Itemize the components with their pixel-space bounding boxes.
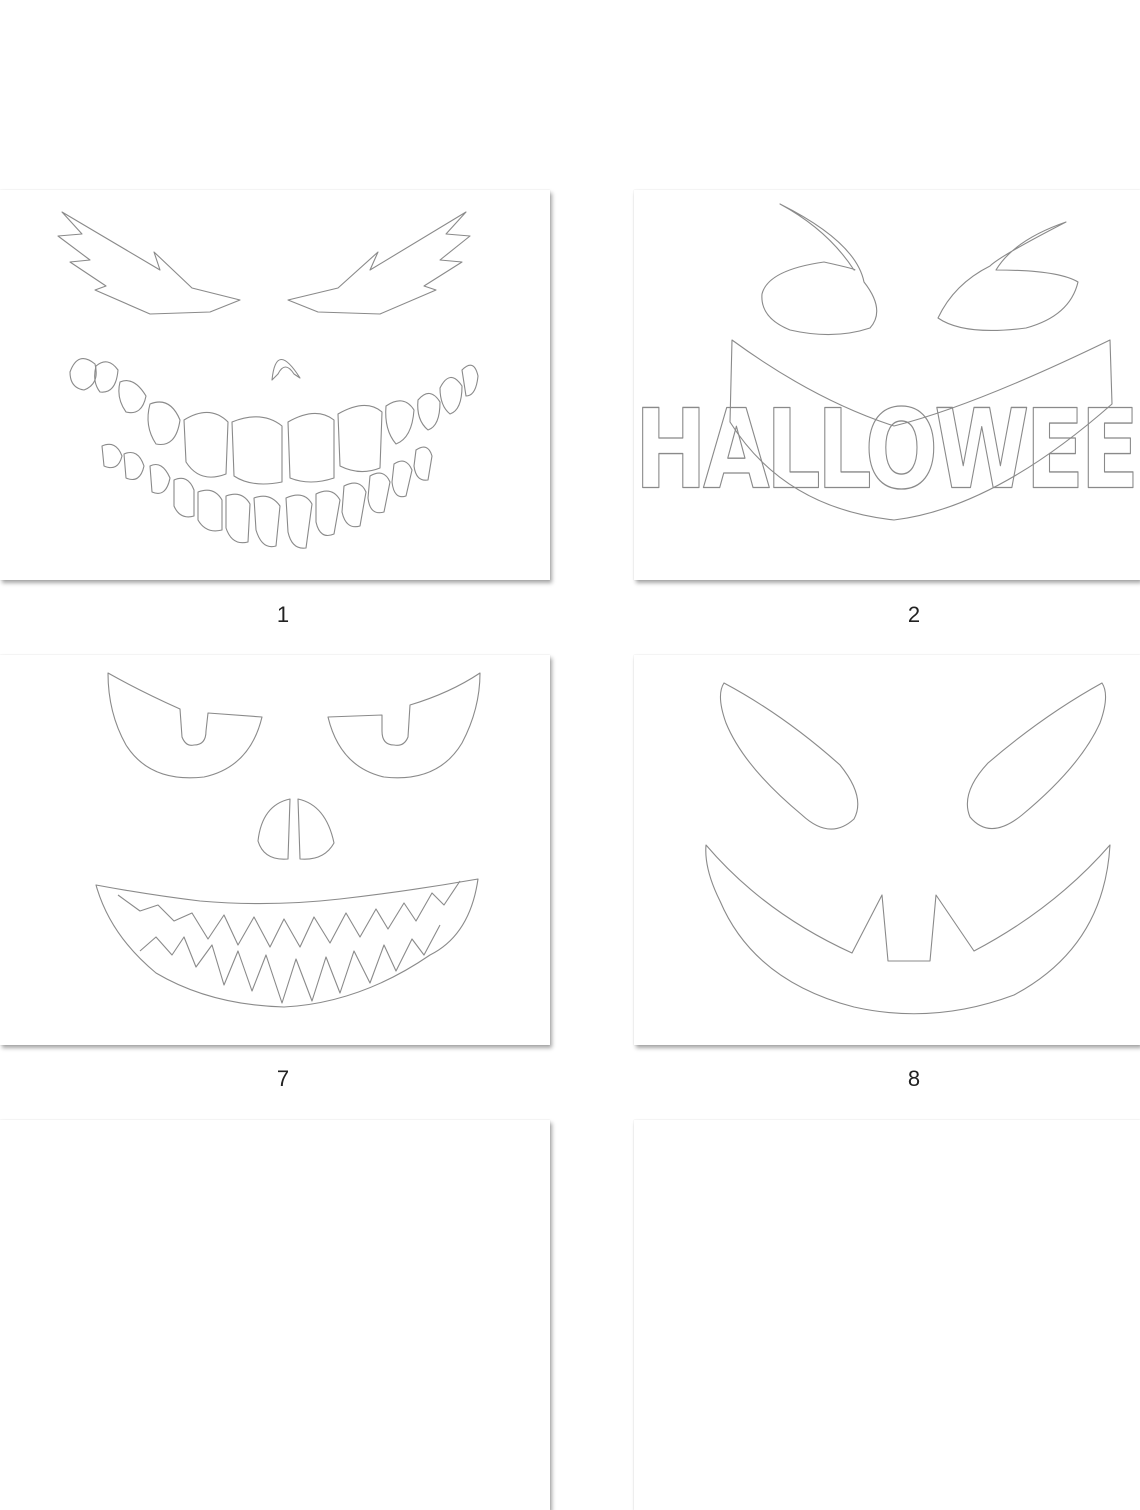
- classic-jack-o-lantern-face-icon: [705, 682, 1111, 1015]
- grinning-teeth-face-icon: [57, 211, 479, 549]
- thumbnail-8-label: 8: [907, 1066, 921, 1091]
- thumbnail-next-left[interactable]: [0, 1120, 550, 1510]
- thumbnail-next-right[interactable]: [634, 1120, 1140, 1510]
- thumbnail-1[interactable]: [0, 190, 550, 580]
- thumbnail-8[interactable]: [634, 655, 1140, 1045]
- thumbnail-2[interactable]: HALLOWEEN: [634, 190, 1140, 580]
- halloween-mouth-text: HALLOWEEN: [635, 386, 1140, 514]
- thumbnail-7[interactable]: [0, 655, 550, 1045]
- thumbnail-7-label: 7: [276, 1066, 290, 1091]
- thumbnail-1-label: 1: [276, 602, 290, 627]
- skull-zigzag-teeth-face-icon: [95, 672, 481, 1008]
- halloween-mouth-face-icon: HALLOWEEN: [634, 203, 1140, 521]
- thumbnail-2-label: 2: [907, 602, 921, 627]
